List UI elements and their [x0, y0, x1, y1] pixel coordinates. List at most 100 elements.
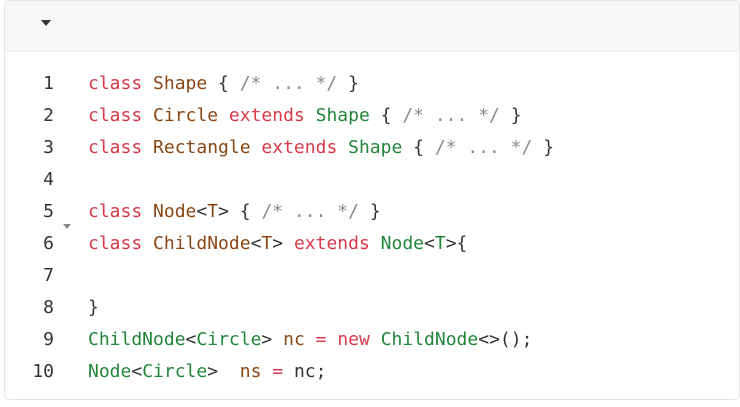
- code-token: extends: [293, 232, 370, 254]
- code-token: ChildNode: [380, 328, 479, 350]
- line-content: class Shape { /* ... */ }: [57, 73, 359, 94]
- code-token: >: [207, 360, 240, 382]
- code-line[interactable]: 2 class Circle extends Shape { /* ... */ …: [5, 99, 739, 131]
- code-token: Shape: [348, 136, 403, 158]
- code-line[interactable]: 9 ChildNode<Circle> nc = new ChildNode<>(…: [5, 323, 739, 355]
- code-token: <>();: [478, 328, 533, 350]
- code-line[interactable]: 4: [5, 163, 739, 195]
- code-token: class: [88, 200, 143, 222]
- line-number: 1: [43, 72, 54, 94]
- line-content: }: [57, 297, 99, 318]
- code-token: }: [358, 200, 381, 222]
- code-token: }: [337, 72, 359, 94]
- code-token: ChildNode: [153, 232, 251, 254]
- code-token: class: [88, 72, 143, 94]
- code-editor[interactable]: 1 class Shape { /* ... */ } 2 class Circle …: [4, 0, 740, 400]
- caret-down-icon[interactable]: [41, 20, 51, 26]
- code-token: Node: [88, 360, 132, 382]
- code-token: > {: [218, 200, 262, 222]
- code-token: =: [315, 328, 327, 350]
- line-content: Node<Circle> ns = nc;: [57, 361, 326, 382]
- code-token: >: [261, 328, 284, 350]
- code-token: Rectangle: [153, 136, 251, 158]
- line-number: 5: [43, 200, 54, 222]
- code-token: ChildNode: [88, 328, 186, 350]
- code-token: /* ... */: [402, 104, 500, 126]
- code-token: /* ... */: [239, 72, 338, 94]
- code-token: /* ... */: [261, 200, 359, 222]
- code-token: /* ... */: [434, 136, 533, 158]
- code-token: }: [88, 296, 99, 318]
- editor-toolbar: [5, 1, 739, 52]
- line-number: 10: [32, 360, 54, 382]
- code-token: Node: [380, 232, 425, 254]
- code-token: class: [88, 136, 143, 158]
- code-token: {: [207, 72, 240, 94]
- code-token: }: [532, 136, 555, 158]
- code-token: <: [185, 328, 197, 350]
- line-number: 3: [43, 136, 54, 158]
- line-number: 8: [43, 296, 54, 318]
- code-token: Shape: [315, 104, 370, 126]
- line-number: 6: [43, 232, 54, 254]
- code-token: Circle: [153, 104, 219, 126]
- line-number: 2: [43, 104, 54, 126]
- code-token: extends: [228, 104, 305, 126]
- code-token: Circle: [142, 360, 208, 382]
- code-token: extends: [261, 136, 338, 158]
- code-token: =: [272, 360, 284, 382]
- line-number: 9: [43, 328, 54, 350]
- code-token: ns: [239, 360, 262, 382]
- code-token: <: [250, 232, 262, 254]
- code-token: T: [261, 232, 273, 254]
- code-line[interactable]: 8}: [5, 291, 739, 323]
- code-token: T: [207, 200, 219, 222]
- code-token: >{: [445, 232, 468, 254]
- line-content: class Node<T> { /* ... */ }: [57, 201, 381, 222]
- code-token: {: [369, 104, 403, 126]
- line-content: class Circle extends Shape { /* ... */ }: [57, 105, 522, 126]
- code-line[interactable]: 3 class Rectangle extends Shape { /* ... …: [5, 131, 739, 163]
- code-token: <: [131, 360, 143, 382]
- line-number: 7: [43, 264, 54, 286]
- code-token: nc;: [283, 360, 327, 382]
- code-line[interactable]: 7: [5, 259, 739, 291]
- code-token: {: [402, 136, 435, 158]
- code-token: >: [272, 232, 294, 254]
- code-line[interactable]: 5 class Node<T> { /* ... */ }: [5, 195, 739, 227]
- code-area[interactable]: 1 class Shape { /* ... */ } 2 class Circle …: [5, 67, 739, 387]
- code-token: class: [88, 232, 143, 254]
- code-token: nc: [283, 328, 305, 350]
- code-token: <: [196, 200, 208, 222]
- code-token: new: [337, 328, 370, 350]
- code-token: Node: [153, 200, 197, 222]
- line-content: class ChildNode<T> extends Node<T>{: [57, 233, 467, 254]
- code-line[interactable]: 10 Node<Circle> ns = nc;: [5, 355, 739, 387]
- code-token: class: [88, 104, 143, 126]
- code-token: }: [499, 104, 522, 126]
- line-number: 4: [43, 168, 54, 190]
- fold-toggle-icon[interactable]: [63, 224, 71, 229]
- code-token: T: [434, 232, 446, 254]
- line-content: ChildNode<Circle> nc = new ChildNode<>()…: [57, 329, 532, 350]
- code-token: <: [424, 232, 435, 254]
- code-token: Shape: [153, 72, 208, 94]
- code-line[interactable]: 1 class Shape { /* ... */ }: [5, 67, 739, 99]
- code-line[interactable]: 6 class ChildNode<T> extends Node<T>{: [5, 224, 739, 259]
- line-content: class Rectangle extends Shape { /* ... *…: [57, 137, 554, 158]
- code-token: Circle: [196, 328, 262, 350]
